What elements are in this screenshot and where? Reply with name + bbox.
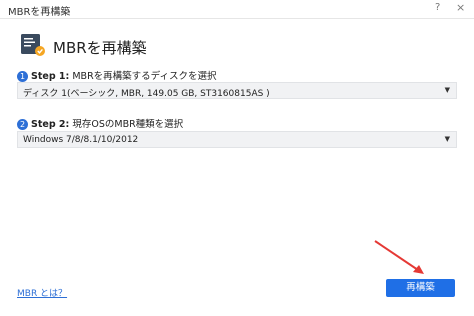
help-icon[interactable]: ?: [435, 2, 440, 13]
disk-rebuild-icon: [21, 34, 45, 56]
step2-number-badge: 2: [17, 119, 28, 130]
mbr-help-link[interactable]: MBR とは？: [17, 286, 67, 299]
dialog-window: MBRを再構築 ? × MBRを再構築 1 Step 1: MBRを再構築するディ…: [0, 0, 474, 316]
close-icon[interactable]: ×: [456, 1, 465, 14]
chevron-down-icon: ▼: [444, 86, 450, 94]
page-title: MBRを再構築: [53, 39, 147, 57]
step2-label-bold: Step 2:: [31, 119, 70, 130]
disk-select-value: ディスク 1(ベーシック, MBR, 149.05 GB, ST3160815A…: [23, 89, 270, 99]
disk-select[interactable]: ディスク 1(ベーシック, MBR, 149.05 GB, ST3160815A…: [17, 82, 457, 99]
title-bar: MBRを再構築 ? ×: [0, 0, 474, 18]
title-divider: [0, 18, 474, 19]
window-title: MBRを再構築: [8, 7, 71, 18]
rebuild-button[interactable]: 再構築: [386, 279, 455, 297]
os-mbr-type-select[interactable]: Windows 7/8/8.1/10/2012 ▼: [17, 131, 457, 148]
os-mbr-type-value: Windows 7/8/8.1/10/2012: [23, 135, 139, 145]
step1-label-text: MBRを再構築するディスクを選択: [69, 71, 217, 82]
chevron-down-icon: ▼: [444, 135, 450, 143]
step1-number-badge: 1: [17, 71, 28, 82]
annotation-arrow: [374, 240, 424, 274]
step1-label: 1 Step 1: MBRを再構築するディスクを選択: [17, 68, 217, 82]
step2-label-text: 現存OSのMBR種類を選択: [69, 119, 184, 130]
step2-label: 2 Step 2: 現存OSのMBR種類を選択: [17, 116, 184, 130]
step1-label-bold: Step 1:: [31, 71, 70, 82]
